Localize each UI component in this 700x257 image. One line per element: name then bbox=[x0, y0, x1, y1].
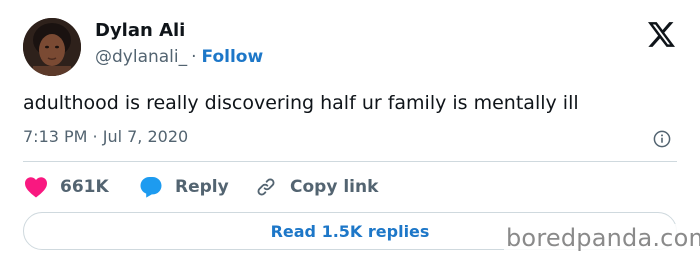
like-button[interactable]: 661K bbox=[24, 176, 109, 198]
read-replies-label: Read 1.5K replies bbox=[270, 221, 430, 241]
copy-link-button[interactable]: Copy link bbox=[254, 176, 378, 198]
avatar[interactable] bbox=[23, 18, 81, 76]
info-icon[interactable] bbox=[653, 130, 671, 148]
watermark: boredpanda.com bbox=[504, 224, 700, 252]
divider bbox=[23, 161, 677, 162]
tweet-card: Dylan Ali @dylanali_ · Follow adulthood is… bbox=[0, 0, 700, 257]
heart-icon bbox=[25, 177, 47, 198]
x-logo-icon[interactable] bbox=[648, 22, 675, 47]
like-count: 661K bbox=[60, 177, 109, 197]
copy-link-label: Copy link bbox=[290, 177, 379, 197]
handle-separator: · bbox=[191, 47, 197, 67]
author-handle-row: @dylanali_ · Follow bbox=[95, 47, 263, 67]
author-handle[interactable]: @dylanali_ bbox=[95, 47, 187, 67]
reply-label: Reply bbox=[175, 177, 229, 197]
link-icon bbox=[257, 178, 275, 196]
speech-bubble-icon bbox=[140, 177, 162, 198]
tweet-timestamp[interactable]: 7:13 PM · Jul 7, 2020 bbox=[23, 127, 188, 146]
tweet-text: adulthood is really discovering half ur … bbox=[23, 92, 579, 114]
reply-button[interactable]: Reply bbox=[139, 176, 229, 198]
follow-button[interactable]: Follow bbox=[202, 47, 264, 67]
avatar-image bbox=[23, 18, 81, 76]
author-name[interactable]: Dylan Ali bbox=[95, 20, 185, 41]
